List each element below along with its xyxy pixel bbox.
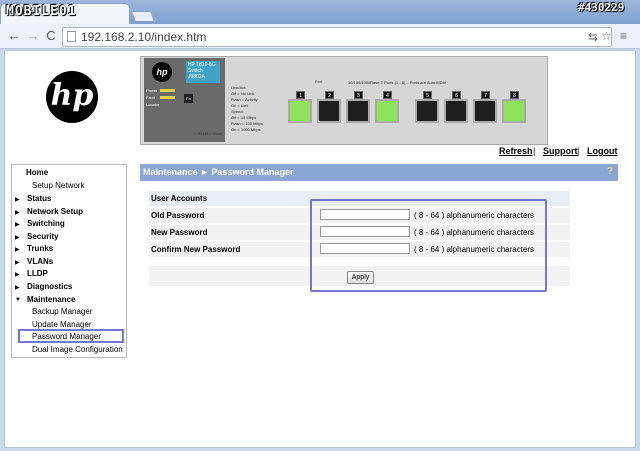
port-number: 8 xyxy=(510,91,519,99)
sidebar-item-security[interactable]: Security xyxy=(27,232,59,241)
address-bar[interactable]: 192.168.2.10/index.htm xyxy=(62,27,612,47)
collapsed-arrow-icon: ▶ xyxy=(15,272,20,278)
forward-arrow-icon[interactable]: → xyxy=(25,28,41,44)
new-password-label: New Password xyxy=(151,228,208,237)
sidebar-item-diagnostics[interactable]: Diagnostics xyxy=(27,282,72,291)
link-separator: | xyxy=(577,146,580,156)
ports-header: Port xyxy=(315,79,323,84)
collapsed-arrow-icon: ▶ xyxy=(15,197,20,203)
confirm-password-label: Confirm New Password xyxy=(151,245,241,254)
sidebar-item-password-manager[interactable]: Password Manager xyxy=(32,332,101,341)
page-title: Maintenance ► Password Manager xyxy=(140,164,618,181)
sidebar-item-vlans[interactable]: VLANs xyxy=(27,257,53,266)
port-3[interactable] xyxy=(346,99,370,123)
wrench-menu-icon[interactable]: ≡ xyxy=(620,29,627,43)
led-legend: Link/Act: Off = No Link Flash = Activity… xyxy=(231,85,263,132)
sidebar-item-status[interactable]: Status xyxy=(27,194,51,203)
url-text: 192.168.2.10/index.htm xyxy=(81,30,207,44)
sidebar-item-dual-image[interactable]: Dual Image Configuration xyxy=(32,345,123,354)
port-5[interactable] xyxy=(415,99,439,123)
collapsed-arrow-icon: ▶ xyxy=(15,210,20,216)
collapsed-arrow-icon: ▶ xyxy=(15,285,20,291)
hp-mini-logo: hp xyxy=(152,62,172,82)
old-password-label: Old Password xyxy=(151,211,205,220)
model-badge: HP 1810-8G Switch J9802A xyxy=(186,61,220,83)
reset-clear-labels: ○ Reset ○ Clear xyxy=(194,131,223,136)
collapsed-arrow-icon: ▶ xyxy=(15,247,20,253)
port-number: 3 xyxy=(354,91,363,99)
led-label-fault: Fault xyxy=(146,95,155,100)
sidebar-item-trunks[interactable]: Trunks xyxy=(27,244,53,253)
reload-icon[interactable]: C xyxy=(43,28,59,44)
watermark-logo: MOBILE01 xyxy=(6,4,77,19)
collapsed-arrow-icon: ▶ xyxy=(15,260,20,266)
collapsed-arrow-icon: ▶ xyxy=(15,222,20,228)
sidebar-item-setup-network[interactable]: Setup Network xyxy=(32,181,84,190)
port-7[interactable] xyxy=(473,99,497,123)
refresh-link[interactable]: Refresh xyxy=(499,146,533,156)
sidebar-item-maintenance[interactable]: Maintenance xyxy=(27,295,75,304)
bookmark-star-icon[interactable]: ☆ xyxy=(601,29,612,43)
led-label-locator: Locator xyxy=(146,102,160,107)
port-8[interactable] xyxy=(502,99,526,123)
hp-logo: hp xyxy=(46,71,98,123)
port-number: 7 xyxy=(481,91,490,99)
port-number: 1 xyxy=(296,91,305,99)
translate-icon[interactable]: ⇆ xyxy=(588,30,598,44)
sidebar-item-network-setup[interactable]: Network Setup xyxy=(27,207,83,216)
ports-title: 10/100/1000Base-T Ports (1 - 8) – Ports … xyxy=(348,80,447,85)
sidebar-item-update-manager[interactable]: Update Manager xyxy=(32,320,92,329)
sidebar-item-home[interactable]: Home xyxy=(26,168,48,177)
sidebar-item-switching[interactable]: Switching xyxy=(27,219,65,228)
port-number: 4 xyxy=(383,91,392,99)
port-number: 2 xyxy=(325,91,334,99)
help-icon[interactable]: ? xyxy=(604,166,616,178)
back-arrow-icon[interactable]: ← xyxy=(6,28,22,44)
logout-link[interactable]: Logout xyxy=(587,146,618,156)
sidebar-item-backup-manager[interactable]: Backup Manager xyxy=(32,307,92,316)
collapsed-arrow-icon: ▶ xyxy=(15,235,20,241)
led-label-power: Power xyxy=(146,88,158,93)
support-link[interactable]: Support xyxy=(543,146,578,156)
link-separator: | xyxy=(533,146,536,156)
expanded-arrow-icon: ▼ xyxy=(15,297,21,303)
port-number: 6 xyxy=(452,91,461,99)
port-6[interactable] xyxy=(444,99,468,123)
port-number: 5 xyxy=(423,91,432,99)
sidebar-item-lldp[interactable]: LLDP xyxy=(27,269,48,278)
port-4[interactable] xyxy=(375,99,399,123)
image-counter: #430229 xyxy=(578,1,625,14)
new-tab-button[interactable] xyxy=(130,11,156,22)
port-1[interactable] xyxy=(288,99,312,123)
form-highlight-box xyxy=(310,199,547,292)
fault-led xyxy=(160,96,175,99)
port-2[interactable] xyxy=(317,99,341,123)
fn-button: Fn xyxy=(184,94,193,103)
page-icon xyxy=(67,31,76,42)
power-led xyxy=(160,89,175,92)
